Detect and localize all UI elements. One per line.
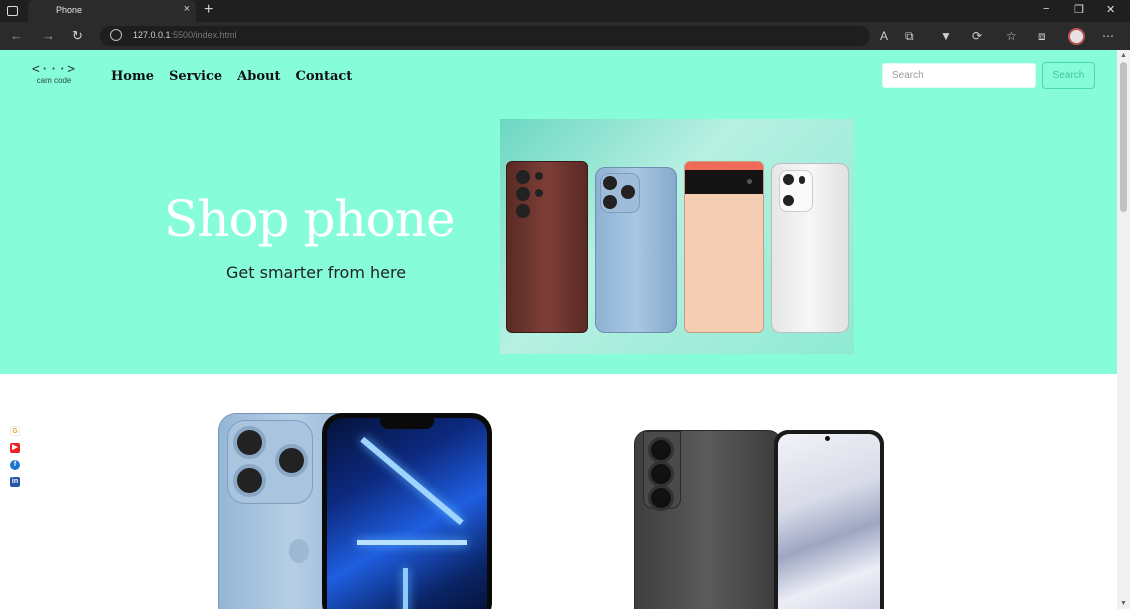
site-logo[interactable]: <···> cam code (30, 62, 78, 92)
scroll-up-icon[interactable]: ▲ (1120, 52, 1127, 59)
profile-avatar[interactable] (1068, 28, 1085, 45)
nav-link-service[interactable]: Service (169, 69, 222, 84)
scroll-down-icon[interactable]: ▼ (1120, 600, 1127, 607)
more-menu-icon[interactable]: ⋯ (1102, 29, 1114, 43)
social-links: G ▶ f in (10, 426, 20, 494)
hero-subtitle: Get smarter from here (226, 263, 407, 282)
nav-link-about[interactable]: About (237, 69, 280, 84)
phone-white (771, 163, 849, 333)
extension2-icon[interactable]: ⟳ (972, 29, 982, 43)
linkedin-icon[interactable]: in (10, 477, 20, 487)
galaxy-back (634, 430, 782, 609)
phone-pixel (684, 161, 764, 333)
collections-icon[interactable]: ⧈ (1038, 29, 1046, 44)
browser-menu-icon[interactable] (7, 6, 18, 16)
search-button[interactable]: Search (1042, 62, 1095, 89)
phone-blue (595, 167, 677, 333)
hero-section: <···> cam code Home Service About Contact S… (0, 50, 1117, 374)
search-input[interactable] (882, 63, 1036, 88)
product-card-galaxy[interactable] (634, 430, 884, 609)
browser-tab-bar: Phone × + − ❐ ✕ (0, 0, 1130, 22)
youtube-icon[interactable]: ▶ (10, 443, 20, 453)
nav-link-contact[interactable]: Contact (295, 69, 352, 84)
scroll-thumb[interactable] (1120, 62, 1127, 212)
iphone-front (322, 413, 492, 609)
page-scrollbar[interactable]: ▲ ▼ (1117, 50, 1130, 609)
google-icon[interactable]: G (10, 426, 20, 436)
tab-close-icon[interactable]: × (184, 3, 190, 15)
facebook-icon[interactable]: f (10, 460, 20, 470)
phone-burgundy (506, 161, 588, 333)
forward-icon[interactable]: → (42, 28, 55, 43)
main-nav: Home Service About Contact (111, 67, 367, 85)
browser-tab[interactable]: Phone × (28, 0, 196, 22)
logo-mark: <···> (31, 62, 77, 77)
close-window-button[interactable]: ✕ (1106, 3, 1115, 16)
site-info-icon[interactable] (110, 29, 122, 41)
favorites-icon[interactable]: ☆ (1006, 29, 1017, 43)
product-card-iphone[interactable] (218, 413, 492, 609)
read-aloud-icon[interactable]: A (880, 29, 888, 43)
restore-button[interactable]: ❐ (1074, 3, 1084, 16)
minimize-button[interactable]: − (1043, 3, 1049, 15)
new-tab-button[interactable]: + (204, 2, 213, 18)
app-icon[interactable]: ⧉ (905, 29, 914, 44)
nav-link-home[interactable]: Home (111, 69, 154, 84)
address-bar[interactable]: 127.0.0.1:5500/index.html (100, 26, 870, 46)
back-icon[interactable]: ← (10, 28, 23, 43)
logo-text: cam code (36, 76, 72, 85)
web-page: <···> cam code Home Service About Contact S… (0, 50, 1117, 609)
url-text: 127.0.0.1:5500/index.html (133, 30, 237, 40)
extension-icon[interactable]: ▼ (940, 29, 952, 43)
galaxy-front (774, 430, 884, 609)
reload-icon[interactable]: ↻ (72, 28, 83, 44)
hero-phones-image (500, 119, 854, 354)
tab-title: Phone (56, 5, 83, 15)
hero-title: Shop phone (164, 190, 456, 248)
browser-toolbar: ← → ↻ 127.0.0.1:5500/index.html A ⧉ ▼ ⟳ … (0, 22, 1130, 50)
